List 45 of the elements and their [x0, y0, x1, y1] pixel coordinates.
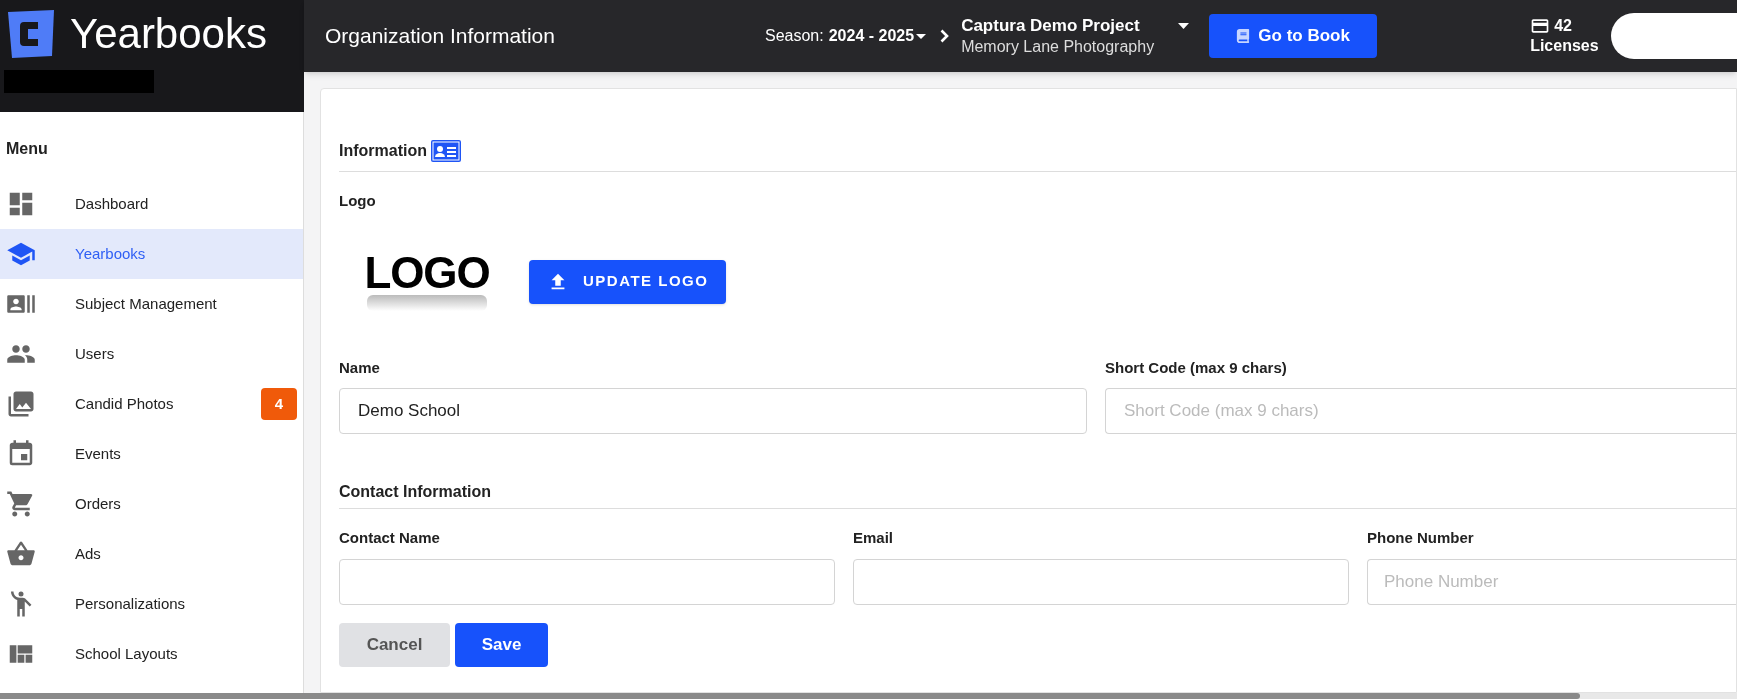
sidebar-item[interactable]: Orders [0, 479, 303, 529]
sidebar-item[interactable]: Ads [0, 529, 303, 579]
book-icon [1236, 29, 1251, 43]
sidebar-item[interactable]: Dashboard [0, 179, 303, 229]
licenses-count: 42 [1554, 16, 1572, 36]
sidebar-item[interactable]: Events [0, 429, 303, 479]
licenses-label: Licenses [1530, 36, 1599, 56]
text-input[interactable] [339, 558, 835, 605]
cancel-button[interactable]: Cancel [339, 622, 450, 667]
name-input[interactable]: Demo School [339, 388, 1087, 434]
sidebar-item[interactable]: Personalizations [0, 579, 303, 629]
short-code-input[interactable]: Short Code (max 9 chars) [1105, 388, 1736, 434]
credit-card-icon [1530, 16, 1551, 36]
brand-name: Yearbooks [70, 13, 267, 55]
photo-library-icon [6, 389, 36, 419]
go-to-book-button[interactable]: Go to Book [1209, 14, 1378, 58]
account-button[interactable] [1610, 13, 1737, 59]
field-label: Logo [339, 191, 377, 211]
logo-image: LOGO [365, 250, 489, 313]
field-label: Phone Number [1367, 528, 1475, 548]
section-title: Information [339, 141, 427, 161]
id-card-icon [431, 140, 461, 162]
project-selector[interactable]: Captura Demo Project Memory Lane Photography [961, 15, 1190, 57]
field-label: Email [853, 528, 895, 548]
count-badge: 4 [261, 388, 297, 420]
field-label: Contact Name [339, 528, 441, 548]
caret-icon [916, 33, 927, 39]
horizontal-scrollbar[interactable] [0, 693, 1737, 699]
page-title: Organization Information [325, 23, 556, 50]
text-input[interactable]: Phone Number [1367, 558, 1736, 605]
caret-icon [1178, 23, 1190, 30]
season-selector[interactable]: Season: 2024 - 2025 [765, 24, 927, 48]
field-label: Short Code (max 9 chars) [1105, 357, 1288, 378]
text-input[interactable] [853, 558, 1349, 605]
chevron-right-icon [940, 29, 950, 43]
section-title: Contact Information [339, 480, 1736, 509]
field-label: Name [339, 357, 381, 378]
update-logo-button[interactable]: UPDATE LOGO [529, 259, 727, 304]
sidebar-item[interactable]: School Layouts [0, 629, 303, 679]
sidebar-item[interactable]: Yearbooks [0, 229, 303, 279]
sidebar-item[interactable]: Users [0, 329, 303, 379]
save-button[interactable]: Save [455, 622, 548, 667]
sidebar-item[interactable]: Candid Photos 4 [0, 379, 303, 429]
sidebar-item[interactable]: Subject Management [0, 279, 303, 329]
sidebar-heading: Menu [5, 139, 49, 159]
